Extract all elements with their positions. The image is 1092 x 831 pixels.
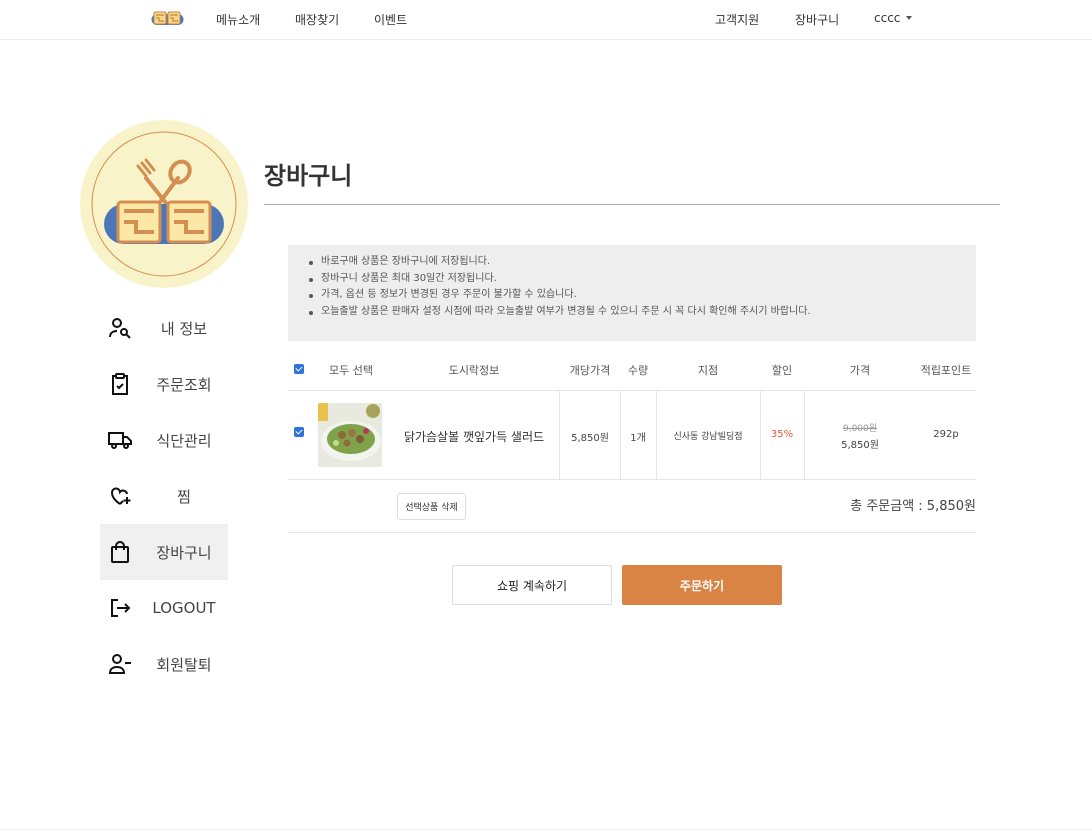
order-total: 총 주문금액 : 5,850원	[850, 499, 976, 514]
logout-icon	[111, 599, 131, 617]
top-navbar: 메뉴소개 매장찾기 이벤트 고객지원 장바구니 cccc	[0, 0, 1092, 40]
header-points: 적립포인트	[920, 364, 972, 377]
row-divider	[288, 479, 976, 480]
sidebar-item-label: 찜	[177, 487, 191, 506]
column-divider	[559, 391, 560, 479]
sidebar-item-label: LOGOUT	[152, 599, 216, 617]
sidebar-item-label: 회원탈퇴	[156, 655, 212, 674]
sidebar-item-label: 식단관리	[156, 431, 212, 450]
column-divider	[656, 391, 657, 479]
sidebar-item-label: 주문조회	[156, 375, 212, 394]
notice-item: 가격, 옵션 등 정보가 변경된 경우 주문이 불가할 수 있습니다.	[306, 287, 976, 304]
quantity: 1개	[630, 433, 646, 444]
total-divider	[288, 532, 976, 533]
select-all-checkbox[interactable]	[294, 364, 304, 374]
truck-icon	[108, 432, 132, 449]
nav-customer-support[interactable]: 고객지원	[715, 11, 759, 28]
sidebar-item-wishlist[interactable]: 찜	[100, 468, 228, 524]
header-select-all: 모두 선택	[329, 364, 373, 377]
title-divider	[264, 204, 1000, 205]
original-price: 9,000원	[842, 424, 878, 434]
header-discount: 할인	[771, 364, 793, 377]
user-menu-dropdown[interactable]: cccc	[874, 11, 913, 25]
user-remove-icon	[108, 654, 131, 674]
row-checkbox[interactable]	[294, 427, 304, 437]
sidebar-item-withdraw[interactable]: 회원탈퇴	[100, 636, 228, 692]
sidebar-item-diet[interactable]: 식단관리	[100, 412, 228, 468]
reward-points: 292p	[933, 429, 959, 440]
sidebar-item-label: 장바구니	[156, 543, 212, 562]
heart-plus-icon	[111, 487, 131, 505]
nav-menu-intro[interactable]: 메뉴소개	[216, 11, 260, 28]
product-name[interactable]: 닭가슴살볼 깻잎가득 샐러드	[404, 428, 544, 445]
continue-shopping-button[interactable]: 쇼핑 계속하기	[452, 565, 612, 605]
order-button[interactable]: 주문하기	[622, 565, 782, 605]
chevron-down-icon	[906, 16, 913, 20]
page-title: 장바구니	[264, 162, 353, 190]
header-price: 가격	[849, 364, 871, 377]
notice-item: 장바구니 상품은 최대 30일간 저장됩니다.	[306, 271, 976, 288]
clipboard-check-icon	[112, 373, 128, 395]
shopping-bag-icon	[111, 541, 129, 563]
nav-events[interactable]: 이벤트	[374, 11, 407, 28]
header-qty: 수량	[627, 364, 649, 377]
sidebar-item-logout[interactable]: LOGOUT	[100, 580, 228, 636]
column-divider	[804, 391, 805, 479]
nav-store-finder[interactable]: 매장찾기	[295, 11, 339, 28]
column-divider	[760, 391, 761, 479]
user-name: cccc	[874, 11, 901, 25]
delete-selected-button[interactable]: 선택상품 삭제	[397, 493, 466, 520]
sale-price: 5,850원	[841, 440, 879, 451]
notice-item: 바로구매 상품은 장바구니에 저장됩니다.	[306, 254, 976, 271]
sidebar-item-my-info[interactable]: 내 정보	[100, 300, 228, 356]
nav-cart[interactable]: 장바구니	[795, 11, 839, 28]
header-unit-price: 개당가격	[569, 364, 611, 377]
sidebar-item-cart[interactable]: 장바구니	[100, 524, 228, 580]
header-info: 도시락정보	[448, 364, 500, 377]
discount-rate: 35%	[770, 429, 794, 440]
unit-price: 5,850원	[571, 433, 609, 444]
notice-item: 오늘출발 상품은 판매자 설정 시점에 따라 오늘출발 여부가 변경될 수 있으…	[306, 304, 976, 321]
sidebar-item-label: 내 정보	[160, 319, 208, 338]
header-branch: 지점	[697, 364, 719, 377]
column-divider	[620, 391, 621, 479]
logo-icon[interactable]	[151, 11, 184, 27]
branch: 신사동 강남빌딩점	[673, 432, 743, 442]
cart-notice-box: 바로구매 상품은 장바구니에 저장됩니다. 장바구니 상품은 최대 30일간 저…	[288, 245, 976, 341]
profile-avatar	[80, 120, 248, 288]
user-search-icon	[109, 318, 131, 339]
footer-divider	[0, 829, 1092, 830]
sidebar-item-orders[interactable]: 주문조회	[100, 356, 228, 412]
header-divider	[288, 390, 976, 391]
product-thumbnail[interactable]	[318, 403, 382, 467]
